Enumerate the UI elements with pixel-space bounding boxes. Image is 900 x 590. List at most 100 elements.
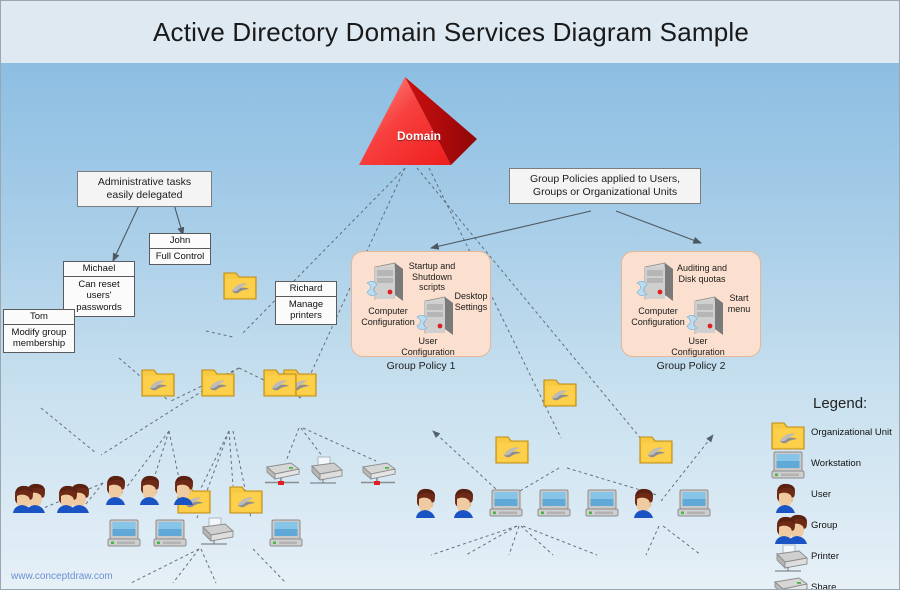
- workstation-icon: [677, 489, 711, 522]
- role-desc: Full Control: [155, 250, 205, 262]
- user-icon: [169, 475, 197, 509]
- user-node[interactable]: [629, 486, 657, 523]
- workstation-node[interactable]: [537, 488, 571, 523]
- workstation-icon: [153, 519, 187, 552]
- group-node[interactable]: [53, 481, 93, 518]
- share-icon: [263, 462, 301, 491]
- user-icon: [449, 488, 477, 522]
- page-title: Active Directory Domain Services Diagram…: [152, 16, 750, 47]
- policy-2-user-label: User Configuration: [671, 336, 725, 357]
- share-icon: [359, 462, 397, 491]
- user-node[interactable]: [411, 486, 439, 523]
- organizational-unit-icon: [201, 369, 235, 402]
- callout-line-2: Groups or Organizational Units: [532, 185, 678, 198]
- diagram-page: Active Directory Domain Services Diagram…: [0, 0, 900, 590]
- role-name: Tom: [4, 310, 74, 325]
- footer-url[interactable]: www.conceptdraw.com: [11, 571, 113, 582]
- callout-line-1: Administrative tasks: [97, 176, 192, 188]
- role-box-tom: Tom Modify group membership: [3, 309, 75, 354]
- user-node[interactable]: [135, 473, 163, 510]
- group-policy-2-title: Group Policy 2: [656, 360, 726, 372]
- role-desc: Modify group membership: [11, 326, 67, 350]
- legend-row: Organizational Unit: [771, 418, 899, 450]
- printer-icon: [771, 543, 808, 573]
- user-icon: [771, 481, 807, 513]
- organizational-unit-node[interactable]: [141, 366, 175, 403]
- workstation-icon: [771, 450, 807, 480]
- legend-row: Workstation: [771, 449, 899, 480]
- workstation-node[interactable]: [585, 488, 619, 523]
- user-node[interactable]: [449, 486, 477, 523]
- user-icon: [135, 475, 163, 509]
- role-name: Richard: [276, 282, 336, 297]
- role-desc: Manage printers: [288, 298, 324, 322]
- organizational-unit-icon: [543, 379, 577, 412]
- organizational-unit-icon: [771, 419, 807, 450]
- legend-label: Workstation: [811, 458, 861, 470]
- workstation-node[interactable]: [107, 518, 141, 553]
- organizational-unit-node[interactable]: [543, 376, 577, 413]
- group-icon: [9, 483, 49, 517]
- user-icon: [411, 488, 439, 522]
- organizational-unit-icon: [263, 369, 297, 402]
- policy-2-computer-setting: Auditing and Disk quotas: [676, 263, 728, 284]
- user-icon: [101, 475, 129, 509]
- organizational-unit-icon: [223, 272, 257, 305]
- workstation-icon: [489, 489, 523, 522]
- printer-icon: [306, 456, 344, 489]
- organizational-unit-icon: [639, 436, 673, 469]
- policy-2-computer-label: Computer Configuration: [631, 306, 685, 327]
- legend-row: Share: [771, 573, 899, 589]
- policy-2-user-setting: Start menu: [727, 293, 751, 314]
- organizational-unit-node[interactable]: [263, 366, 297, 403]
- legend-row: Printer: [771, 542, 899, 573]
- legend-label: Printer: [811, 551, 839, 563]
- group-icon: [53, 483, 93, 517]
- domain-pyramid: Domain: [359, 77, 479, 169]
- role-box-richard: Richard Manage printers: [275, 281, 337, 326]
- diagram-canvas: Domain Administrative tasks easily deleg…: [1, 63, 899, 589]
- group-policy-1-title: Group Policy 1: [386, 360, 456, 372]
- organizational-unit-node[interactable]: [639, 433, 673, 470]
- callout-line-1: Group Policies applied to Users,: [530, 173, 680, 185]
- workstation-node[interactable]: [489, 488, 523, 523]
- organizational-unit-node[interactable]: [201, 366, 235, 403]
- callout-administrative-tasks: Administrative tasks easily delegated: [77, 171, 212, 207]
- legend-label: Organizational Unit: [811, 427, 892, 439]
- legend: Legend: Organizational Unit Workstation …: [771, 395, 899, 589]
- share-node[interactable]: [359, 459, 397, 492]
- organizational-unit-icon: [141, 369, 175, 402]
- workstation-node[interactable]: [269, 518, 303, 553]
- legend-row: Group: [771, 511, 899, 544]
- legend-row: User: [771, 480, 899, 513]
- role-name: John: [150, 234, 210, 249]
- diagram-header: Active Directory Domain Services Diagram…: [1, 1, 899, 63]
- workstation-icon: [107, 519, 141, 552]
- policy-1-user-label: User Configuration: [401, 336, 455, 357]
- organizational-unit-node[interactable]: [495, 433, 529, 470]
- organizational-unit-icon: [495, 436, 529, 469]
- policy-1-computer-setting: Startup and Shutdown scripts: [408, 261, 456, 293]
- workstation-node[interactable]: [153, 518, 187, 553]
- callout-group-policies: Group Policies applied to Users, Groups …: [509, 168, 701, 204]
- user-node[interactable]: [169, 473, 197, 510]
- printer-node[interactable]: [197, 516, 235, 551]
- user-node[interactable]: [101, 473, 129, 510]
- organizational-unit-node[interactable]: [229, 483, 263, 520]
- legend-label: User: [811, 489, 832, 501]
- role-name: Michael: [64, 262, 134, 277]
- callout-line-2: easily delegated: [106, 188, 183, 201]
- legend-title: Legend:: [813, 395, 868, 412]
- share-node[interactable]: [263, 459, 301, 492]
- group-icon: [771, 512, 807, 544]
- domain-label: Domain: [396, 129, 441, 143]
- organizational-unit-node[interactable]: [223, 269, 257, 306]
- workstation-node[interactable]: [677, 488, 711, 523]
- role-box-john: John Full Control: [149, 233, 211, 266]
- user-icon: [629, 488, 657, 522]
- policy-1-computer-label: Computer Configuration: [361, 306, 415, 327]
- group-node[interactable]: [9, 481, 49, 518]
- printer-node[interactable]: [306, 455, 344, 490]
- share-icon: [771, 574, 809, 589]
- workstation-icon: [585, 489, 619, 522]
